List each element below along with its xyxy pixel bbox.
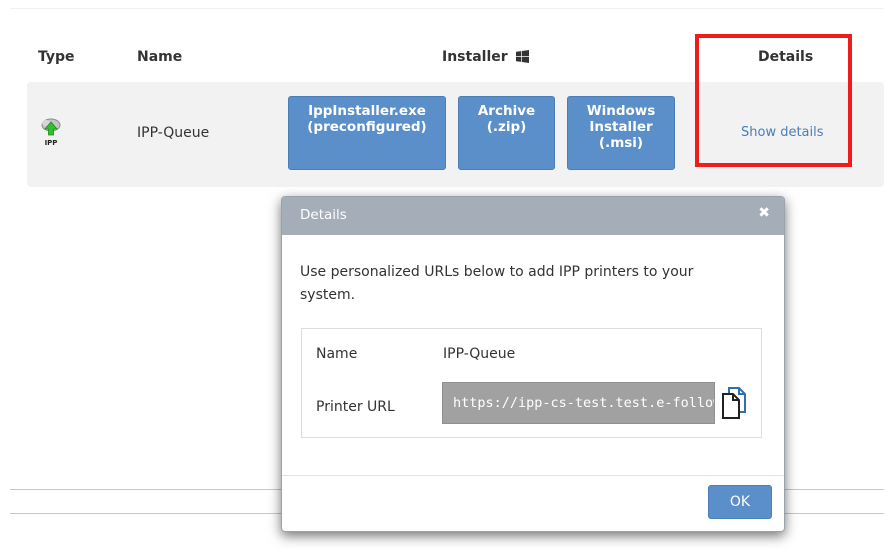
modal-title: Details [300,207,347,223]
copy-icon[interactable] [722,387,746,419]
ipp-icon-label: IPP [45,139,58,147]
ok-button[interactable]: OK [708,485,772,519]
name-value: IPP-Queue [443,346,516,362]
top-divider [10,8,884,9]
name-label: Name [316,346,358,362]
column-header-installer: Installer [442,49,529,65]
modal-footer-divider [282,475,784,476]
close-icon[interactable]: ✖ [758,205,770,221]
windows-icon [515,50,529,63]
details-modal: Details ✖ Use personalized URLs below to… [281,196,785,532]
modal-intro-text: Use personalized URLs below to add IPP p… [300,264,694,303]
details-highlight-box [695,34,852,167]
queue-name: IPP-Queue [137,125,210,141]
download-exe-button[interactable]: IppInstaller.exe (preconfigured) [288,96,446,170]
column-header-type: Type [38,49,75,65]
modal-header: Details ✖ [282,197,784,235]
printer-url-label: Printer URL [316,399,395,415]
download-zip-button[interactable]: Archive (.zip) [458,96,555,170]
ipp-printer-icon: IPP [41,118,61,147]
download-msi-button[interactable]: Windows Installer (.msi) [567,96,675,170]
printer-url-field[interactable]: https://ipp-cs-test.test.e-follow. [442,382,715,424]
column-header-installer-label: Installer [442,49,508,65]
printer-info-box: Name IPP-Queue Printer URL https://ipp-c… [301,328,762,438]
column-header-name: Name [137,49,183,65]
